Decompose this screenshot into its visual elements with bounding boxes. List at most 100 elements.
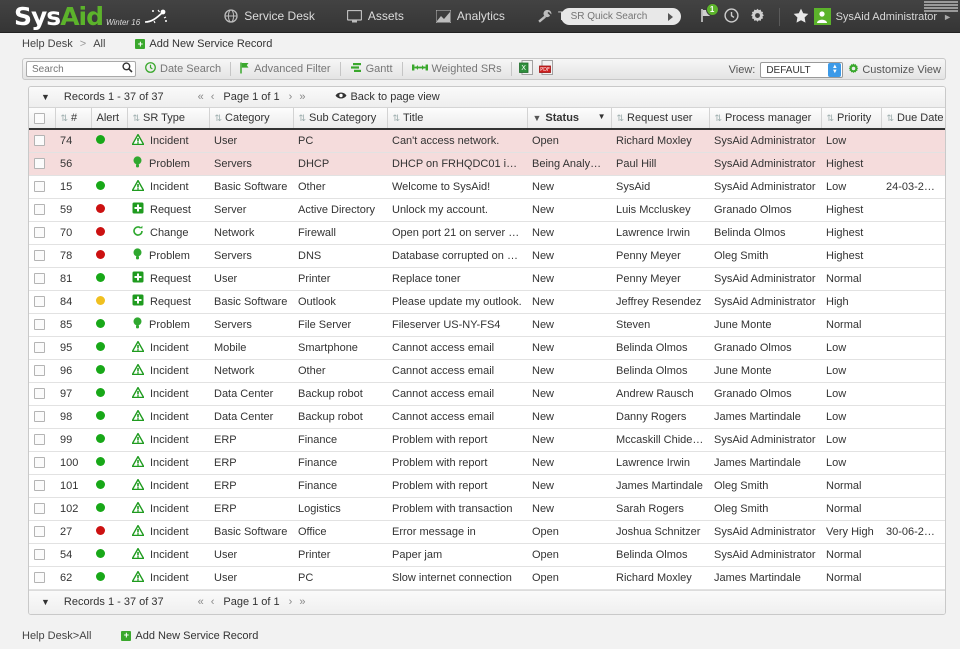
table-row[interactable]: 62IncidentUserPCSlow internet connection… [29, 566, 945, 589]
cell-sr-type[interactable]: Incident [127, 566, 209, 589]
cell-sr-type[interactable]: Incident [127, 428, 209, 451]
select-all-checkbox[interactable] [34, 113, 45, 124]
cell-number[interactable]: 85 [55, 313, 91, 336]
customize-view-button[interactable]: Customize View [848, 63, 941, 77]
row-select-checkbox-cell[interactable] [29, 244, 55, 267]
last-page-button[interactable]: » [299, 91, 305, 103]
row-select-checkbox[interactable] [34, 342, 45, 353]
column-header-alert[interactable]: Alert [91, 108, 127, 129]
column-header-sub-category[interactable]: ⇅Sub Category [293, 108, 387, 129]
row-select-checkbox-cell[interactable] [29, 152, 55, 175]
pdf-export-icon[interactable]: PDF [539, 60, 553, 78]
table-row[interactable]: 100IncidentERPFinanceProblem with report… [29, 451, 945, 474]
table-row[interactable]: 95IncidentMobileSmartphoneCannot access … [29, 336, 945, 359]
row-select-checkbox-cell[interactable] [29, 175, 55, 198]
column-header-select-all[interactable] [29, 108, 55, 129]
table-row[interactable]: 81RequestUserPrinterReplace tonerNewPenn… [29, 267, 945, 290]
table-row[interactable]: 27IncidentBasic SoftwareOfficeError mess… [29, 520, 945, 543]
row-select-checkbox-cell[interactable] [29, 474, 55, 497]
search-box[interactable] [26, 61, 136, 77]
row-select-checkbox[interactable] [34, 457, 45, 468]
history-button[interactable] [719, 0, 745, 33]
advanced-filter-button[interactable]: Advanced Filter [231, 58, 339, 80]
cell-sr-type[interactable]: Change [127, 221, 209, 244]
cell-number[interactable]: 70 [55, 221, 91, 244]
cell-sr-type[interactable]: Incident [127, 520, 209, 543]
bottom-breadcrumb-current[interactable]: All [79, 630, 91, 642]
row-select-checkbox-cell[interactable] [29, 129, 55, 152]
row-select-checkbox[interactable] [34, 480, 45, 491]
table-row[interactable]: 102IncidentERPLogisticsProblem with tran… [29, 497, 945, 520]
column-header-process-manager[interactable]: ⇅Process manager [709, 108, 821, 129]
row-select-checkbox-cell[interactable] [29, 313, 55, 336]
gantt-button[interactable]: Gantt [341, 58, 402, 80]
row-select-checkbox-cell[interactable] [29, 566, 55, 589]
row-select-checkbox[interactable] [34, 296, 45, 307]
cell-title[interactable]: Problem with report [387, 428, 527, 451]
cell-title[interactable]: Fileserver US-NY-FS4 [387, 313, 527, 336]
row-select-checkbox-cell[interactable] [29, 520, 55, 543]
notifications-button[interactable]: 1 [693, 0, 719, 33]
row-select-checkbox[interactable] [34, 158, 45, 169]
prev-page-button[interactable]: ‹ [211, 91, 215, 103]
bottom-add-new-service-record-button[interactable]: + Add New Service Record [121, 630, 258, 642]
avatar[interactable] [814, 8, 831, 25]
cell-sr-type[interactable]: Incident [127, 129, 209, 152]
row-select-checkbox-cell[interactable] [29, 221, 55, 244]
row-select-checkbox[interactable] [34, 388, 45, 399]
cell-sr-type[interactable]: Request [127, 198, 209, 221]
cell-number[interactable]: 101 [55, 474, 91, 497]
cell-number[interactable]: 62 [55, 566, 91, 589]
last-page-button-bottom[interactable]: » [299, 596, 305, 608]
collapse-toggle-icon[interactable]: ▼ [41, 92, 50, 102]
cell-number[interactable]: 15 [55, 175, 91, 198]
table-row[interactable]: 54IncidentUserPrinterPaper jamOpenBelind… [29, 543, 945, 566]
nav-item-assets[interactable]: Assets [331, 3, 420, 29]
cell-sr-type[interactable]: Request [127, 267, 209, 290]
bottom-breadcrumb-root[interactable]: Help Desk [22, 630, 73, 642]
search-input[interactable] [30, 63, 122, 76]
cell-title[interactable]: Problem with report [387, 451, 527, 474]
cell-number[interactable]: 59 [55, 198, 91, 221]
table-row[interactable]: 99IncidentERPFinanceProblem with reportN… [29, 428, 945, 451]
table-row[interactable]: 84RequestBasic SoftwareOutlookPlease upd… [29, 290, 945, 313]
user-name-label[interactable]: SysAid Administrator [836, 11, 937, 23]
chevron-updown-icon[interactable]: ▲▼ [828, 63, 841, 77]
search-icon[interactable] [122, 62, 133, 76]
breadcrumb-root[interactable]: Help Desk [22, 38, 73, 50]
cell-sr-type[interactable]: Incident [127, 382, 209, 405]
prev-page-button-bottom[interactable]: ‹ [211, 596, 215, 608]
cell-sr-type[interactable]: Incident [127, 497, 209, 520]
table-row[interactable]: 78ProblemServersDNSDatabase corrupted on… [29, 244, 945, 267]
back-to-page-view-button[interactable]: Back to page view [335, 91, 439, 103]
row-select-checkbox-cell[interactable] [29, 405, 55, 428]
table-row[interactable]: 97IncidentData CenterBackup robotCannot … [29, 382, 945, 405]
cell-sr-type[interactable]: Incident [127, 474, 209, 497]
row-select-checkbox[interactable] [34, 319, 45, 330]
view-select[interactable]: DEFAULT ▲▼ [760, 62, 843, 78]
cell-sr-type[interactable]: Request [127, 290, 209, 313]
row-select-checkbox[interactable] [34, 411, 45, 422]
cell-title[interactable]: Unlock my account. [387, 198, 527, 221]
row-select-checkbox-cell[interactable] [29, 198, 55, 221]
cell-title[interactable]: Please update my outlook. [387, 290, 527, 313]
next-page-button[interactable]: › [289, 91, 293, 103]
table-row[interactable]: 59RequestServerActive DirectoryUnlock my… [29, 198, 945, 221]
date-search-button[interactable]: Date Search [136, 58, 230, 80]
favorites-button[interactable] [788, 0, 814, 33]
row-select-checkbox[interactable] [34, 204, 45, 215]
row-select-checkbox[interactable] [34, 549, 45, 560]
row-select-checkbox-cell[interactable] [29, 543, 55, 566]
column-header-priority[interactable]: ⇅Priority [821, 108, 881, 129]
column-header-due-date[interactable]: ⇅Due Date [881, 108, 945, 129]
table-row[interactable]: 98IncidentData CenterBackup robotCannot … [29, 405, 945, 428]
cell-number[interactable]: 95 [55, 336, 91, 359]
row-select-checkbox-cell[interactable] [29, 359, 55, 382]
row-select-checkbox[interactable] [34, 434, 45, 445]
row-select-checkbox[interactable] [34, 135, 45, 146]
cell-title[interactable]: Problem with report [387, 474, 527, 497]
row-select-checkbox[interactable] [34, 503, 45, 514]
table-row[interactable]: 15IncidentBasic SoftwareOtherWelcome to … [29, 175, 945, 198]
cell-title[interactable]: Open port 21 on server mars [387, 221, 527, 244]
row-select-checkbox-cell[interactable] [29, 382, 55, 405]
